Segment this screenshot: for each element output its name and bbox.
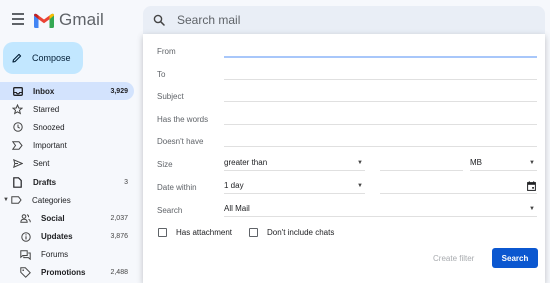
compose-label: Compose	[32, 53, 71, 63]
doesnt-have-underline	[224, 146, 537, 147]
size-label: Size	[157, 160, 173, 169]
sidebar-item-label: Important	[33, 141, 67, 151]
from-field[interactable]	[224, 42, 537, 56]
subject-field[interactable]	[224, 87, 537, 101]
search-scope-value: All Mail	[224, 204, 250, 213]
unread-count: 2,037	[110, 214, 128, 222]
sidebar-item-label: Forums	[41, 250, 69, 260]
gmail-m-icon	[34, 13, 54, 28]
search-input[interactable]	[177, 13, 477, 27]
has-words-field[interactable]	[224, 110, 537, 124]
sidebar-item-important[interactable]: Important	[0, 137, 134, 155]
checkbox-icon	[158, 228, 167, 237]
main-menu-button[interactable]	[9, 10, 27, 28]
date-field[interactable]	[380, 180, 537, 194]
dropdown-arrow-icon: ▼	[529, 205, 535, 212]
forum-icon	[20, 249, 31, 260]
size-operator-select[interactable]: greater than ▼	[224, 157, 365, 171]
sidebar-item-categories[interactable]: ▼ Categories	[0, 191, 134, 209]
sidebar-item-starred[interactable]: Starred	[0, 100, 134, 118]
sidebar-item-promotions[interactable]: Promotions 2,488	[0, 264, 134, 282]
dropdown-arrow-icon: ▼	[529, 159, 535, 166]
search-scope-label: Search	[157, 206, 183, 215]
sidebar-item-forums[interactable]: Forums	[0, 246, 134, 264]
draft-count: 3	[124, 178, 128, 186]
subject-label: Subject	[157, 92, 184, 101]
sidebar-item-label: Starred	[33, 104, 60, 114]
doesnt-have-label: Doesn't have	[157, 137, 204, 146]
tag-icon	[20, 267, 31, 279]
sidebar-item-label: Inbox	[33, 86, 55, 96]
calendar-icon[interactable]	[527, 180, 536, 191]
clock-icon	[12, 122, 23, 133]
inbox-icon	[12, 86, 23, 97]
has-attachment-label: Has attachment	[176, 228, 233, 237]
advanced-search-dialog: From To Subject Has the words Doesn't ha…	[143, 34, 545, 283]
sidebar-item-label: Updates	[41, 232, 73, 242]
sidebar-item-drafts[interactable]: Drafts 3	[0, 173, 134, 191]
sidebar-item-sent[interactable]: Sent	[0, 155, 134, 173]
has-attachment-checkbox[interactable]: Has attachment	[158, 228, 232, 237]
exclude-chats-checkbox[interactable]: Don't include chats	[249, 228, 334, 237]
checkbox-icon	[249, 228, 258, 237]
search-button[interactable]: Search	[492, 248, 538, 268]
from-underline	[224, 56, 537, 58]
star-icon	[12, 103, 23, 115]
sidebar-item-updates[interactable]: Updates 3,876	[0, 228, 134, 246]
from-label: From	[157, 47, 176, 56]
create-filter-button[interactable]: Create filter	[433, 254, 474, 263]
unread-count: 2,488	[110, 269, 128, 277]
subject-underline	[224, 101, 537, 102]
sidebar: Inbox 3,929 Starred Snoozed Important Se…	[0, 82, 134, 282]
size-unit-select[interactable]: MB ▼	[470, 157, 537, 171]
people-icon	[20, 213, 31, 224]
has-words-underline	[224, 124, 537, 125]
size-value-field[interactable]	[380, 157, 463, 171]
has-words-label: Has the words	[157, 115, 209, 124]
size-unit-value: MB	[470, 158, 482, 167]
exclude-chats-label: Don't include chats	[267, 228, 335, 237]
info-icon	[20, 231, 31, 242]
app-name: Gmail	[59, 10, 104, 29]
to-label: To	[157, 70, 166, 79]
date-within-label: Date within	[157, 183, 197, 192]
search-scope-select[interactable]: All Mail ▼	[224, 203, 537, 217]
unread-count: 3,929	[110, 87, 128, 95]
menu-icon	[12, 13, 24, 15]
date-within-select[interactable]: 1 day ▼	[224, 180, 365, 194]
doesnt-have-field[interactable]	[224, 132, 537, 146]
unread-count: 3,876	[110, 233, 128, 241]
dropdown-arrow-icon: ▼	[357, 159, 363, 166]
compose-button[interactable]: Compose	[3, 42, 83, 74]
search-bar[interactable]	[143, 6, 545, 34]
search-icon[interactable]	[153, 14, 165, 26]
sidebar-item-inbox[interactable]: Inbox 3,929	[0, 82, 134, 101]
send-icon	[12, 158, 23, 169]
sidebar-item-label: Snoozed	[33, 122, 65, 132]
caret-down-icon[interactable]: ▼	[3, 197, 9, 203]
sidebar-item-label: Categories	[32, 195, 71, 205]
draft-icon	[12, 176, 23, 188]
to-field[interactable]	[224, 65, 537, 79]
date-within-value: 1 day	[224, 181, 244, 190]
sidebar-item-snoozed[interactable]: Snoozed	[0, 118, 134, 136]
important-icon	[12, 140, 23, 151]
sidebar-item-label: Sent	[33, 159, 50, 169]
sidebar-item-label: Social	[41, 213, 65, 223]
gmail-logo[interactable]: Gmail	[34, 10, 104, 30]
to-underline	[224, 79, 537, 80]
sidebar-item-label: Drafts	[33, 177, 57, 187]
pencil-icon	[12, 53, 22, 63]
sidebar-item-social[interactable]: Social 2,037	[0, 209, 134, 227]
size-operator-value: greater than	[224, 158, 268, 167]
label-icon	[11, 195, 22, 206]
dropdown-arrow-icon: ▼	[357, 182, 363, 189]
sidebar-item-label: Promotions	[41, 268, 86, 278]
